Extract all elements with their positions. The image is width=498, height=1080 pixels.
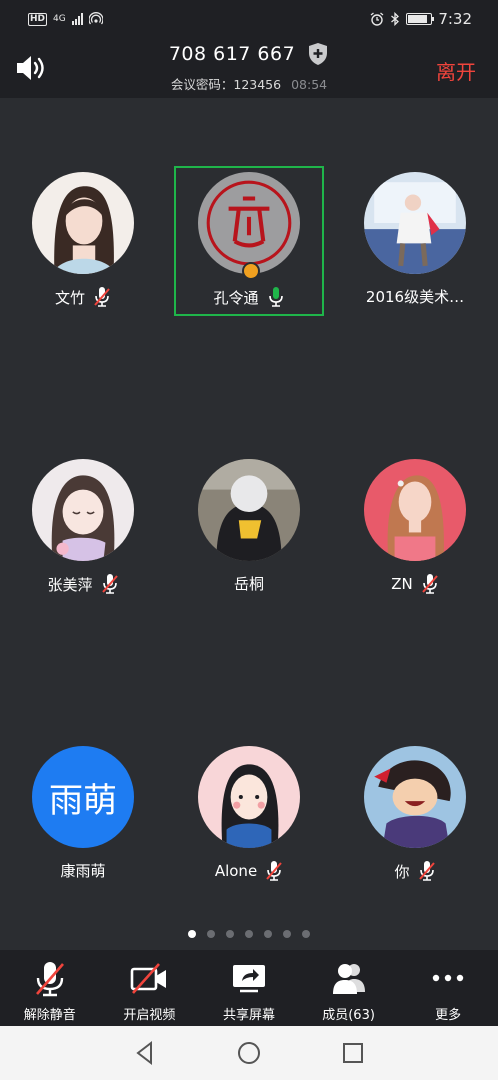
mic-muted-icon [94, 287, 110, 307]
participant-label: 康雨萌 [8, 860, 158, 881]
start-video-button[interactable]: 开启视频 [100, 950, 200, 1026]
members-label: 成员(63) [322, 1008, 375, 1023]
host-badge-icon [242, 262, 260, 280]
leave-button[interactable]: 离开 [436, 56, 476, 85]
page-dot[interactable] [245, 930, 253, 938]
participant-tile[interactable]: 岳桐 [174, 453, 324, 603]
participant-tile[interactable]: 雨萌 康雨萌 [8, 740, 158, 890]
participant-label: 文竹 [8, 286, 158, 308]
avatar [198, 459, 300, 561]
page-dot[interactable] [226, 930, 234, 938]
share-screen-icon [232, 965, 265, 993]
meeting-id-row: 708 617 667 [0, 42, 498, 66]
hd-icon: HD [28, 12, 48, 26]
avatar [364, 746, 466, 848]
unmute-button[interactable]: 解除静音 [0, 950, 100, 1026]
participant-tile[interactable]: ZN [340, 453, 490, 603]
network-type: 4G [53, 13, 66, 24]
meeting-header: 708 617 667 会议密码：123456 08:54 离开 [0, 38, 498, 98]
participant-name: 岳桐 [233, 575, 264, 593]
page-dot[interactable] [283, 930, 291, 938]
members-icon [332, 964, 365, 994]
meeting-password: 会议密码：123456 [170, 77, 282, 92]
mic-active-icon [268, 287, 283, 307]
participant-tile[interactable]: 张美萍 [8, 453, 158, 603]
participant-label: 孔令通 [176, 286, 322, 308]
signal-icon [71, 13, 83, 25]
recents-icon[interactable] [340, 1040, 366, 1066]
members-button[interactable]: 成员(63) [299, 950, 399, 1026]
status-right: 7:32 [370, 10, 472, 28]
page-dot-current[interactable] [188, 930, 196, 938]
mic-muted-icon [35, 962, 64, 997]
participant-label: 张美萍 [8, 573, 158, 595]
meeting-duration: 08:54 [291, 77, 328, 92]
home-icon[interactable] [236, 1040, 262, 1066]
more-label: 更多 [435, 1008, 462, 1023]
share-screen-label: 共享屏幕 [222, 1008, 275, 1023]
avatar [32, 459, 134, 561]
meeting-toolbar: 解除静音 开启视频 共享屏幕 成员(63) 更多 [0, 950, 498, 1026]
avatar [198, 172, 300, 274]
status-bar: HD 4G 7:32 [0, 0, 498, 38]
mic-muted-icon [101, 574, 118, 594]
participant-tile[interactable]: 2016级美术… [340, 166, 490, 316]
video-off-icon [131, 963, 167, 994]
participant-name: ZN [391, 575, 413, 593]
participant-name: 2016级美术… [365, 288, 465, 306]
avatar [364, 459, 466, 561]
clock: 7:32 [438, 10, 472, 28]
page-dot[interactable] [207, 930, 215, 938]
participant-name: 张美萍 [47, 575, 93, 594]
meeting-password-row: 会议密码：123456 08:54 [0, 74, 498, 93]
participant-tile-active-speaker[interactable]: 孔令通 [174, 166, 324, 316]
text-avatar: 雨萌 [32, 746, 134, 848]
mic-muted-icon [418, 861, 435, 881]
meeting-id: 708 617 667 [168, 43, 296, 65]
mic-muted-icon [421, 574, 438, 594]
participant-label: ZN [340, 573, 490, 595]
hotspot-icon [88, 12, 103, 25]
shield-icon[interactable] [307, 42, 329, 66]
participant-tile[interactable]: 你 [340, 740, 490, 890]
page-indicator [0, 930, 498, 938]
avatar [198, 746, 300, 848]
participant-label: 你 [340, 860, 490, 882]
participant-grid: 文竹 孔令通 2016级美术… 张美萍 岳桐 ZN 雨萌 康雨萌 Alone 你 [0, 98, 498, 948]
more-icon [432, 974, 464, 982]
participant-tile[interactable]: 文竹 [8, 166, 158, 316]
battery-icon [406, 13, 435, 25]
avatar [364, 172, 466, 274]
participant-label: 岳桐 [174, 573, 324, 594]
unmute-label: 解除静音 [23, 1008, 76, 1023]
participant-name: Alone [214, 862, 258, 880]
avatar [32, 172, 134, 274]
participant-name: 康雨萌 [60, 862, 106, 880]
participant-label: 2016级美术… [340, 286, 490, 307]
back-icon[interactable] [132, 1040, 158, 1066]
participant-name: 孔令通 [213, 288, 259, 307]
participant-label: Alone [174, 860, 324, 882]
alarm-icon [370, 12, 384, 26]
page-dot[interactable] [264, 930, 272, 938]
page-dot[interactable] [302, 930, 310, 938]
participant-tile[interactable]: Alone [174, 740, 324, 890]
share-screen-button[interactable]: 共享屏幕 [199, 950, 299, 1026]
status-left: HD 4G [28, 12, 103, 26]
participant-name: 你 [394, 862, 410, 881]
bluetooth-icon [391, 12, 400, 26]
start-video-label: 开启视频 [123, 1008, 176, 1023]
system-nav-bar [0, 1026, 498, 1080]
mic-muted-icon [266, 861, 282, 881]
more-button[interactable]: 更多 [398, 950, 498, 1026]
participant-name: 文竹 [54, 288, 85, 307]
